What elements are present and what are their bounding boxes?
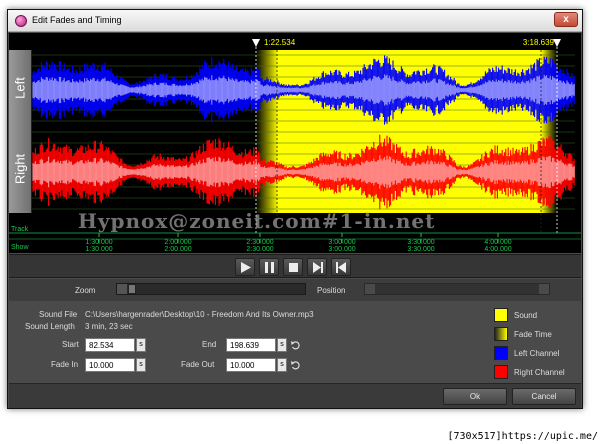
rewind-button[interactable] xyxy=(331,258,351,276)
close-button[interactable]: x xyxy=(554,12,578,27)
title-bar[interactable]: Edit Fades and Timing x xyxy=(8,10,582,32)
rewind-icon xyxy=(336,262,346,273)
sound-file-label: Sound File xyxy=(39,310,78,319)
start-marker-time: 1:22.534 xyxy=(264,38,296,47)
transport-bar xyxy=(9,254,581,278)
show-ruler-label: Show xyxy=(11,244,29,251)
start-marker-handle xyxy=(252,39,260,47)
pause-button[interactable] xyxy=(259,258,279,276)
position-label: Position xyxy=(317,286,346,295)
show-tick-label: 3:30.000 xyxy=(407,246,434,253)
fade-out-label: Fade Out xyxy=(181,360,215,369)
stop-button[interactable] xyxy=(283,258,303,276)
play-from-button[interactable] xyxy=(307,258,327,276)
legend-right-swatch xyxy=(494,365,508,379)
legend-sound-swatch xyxy=(494,308,508,322)
play-icon xyxy=(241,262,251,273)
left-channel-label: Left xyxy=(12,76,28,99)
app-logo-icon xyxy=(15,15,27,27)
show-tick-label: 4:00.000 xyxy=(484,246,511,253)
fade-in-input[interactable] xyxy=(85,358,135,372)
right-channel-label: Right xyxy=(12,153,28,185)
dialog-footer: Ok Cancel xyxy=(9,383,581,408)
end-marker-handle xyxy=(553,39,561,47)
position-slider[interactable] xyxy=(364,283,550,295)
fade-out-input[interactable] xyxy=(226,358,276,372)
end-input[interactable] xyxy=(226,338,276,352)
ok-button[interactable]: Ok xyxy=(443,388,507,405)
show-tick-label: 2:30.000 xyxy=(246,246,273,253)
legend-left-swatch xyxy=(494,346,508,360)
show-tick-label: 3:00.000 xyxy=(328,246,355,253)
end-label: End xyxy=(202,340,217,349)
image-credit: [730x517]https://upic.me/ xyxy=(447,431,598,442)
start-label: Start xyxy=(62,340,79,349)
zoom-position-bar: Zoom Position xyxy=(9,279,581,301)
play-from-icon xyxy=(313,262,323,273)
sound-length-value: 3 min, 23 sec xyxy=(85,322,133,331)
show-tick-label: 1:30.000 xyxy=(85,246,112,253)
legend-right-label: Right Channel xyxy=(514,368,565,377)
cancel-button[interactable]: Cancel xyxy=(512,388,576,405)
parameters-panel: Sound File C:\Users\hargenrader\Desktop\… xyxy=(9,302,581,382)
end-unit: s xyxy=(277,338,287,352)
window-title: Edit Fades and Timing xyxy=(32,15,122,25)
fade-in-label: Fade In xyxy=(51,360,79,369)
zoom-slider-thumb[interactable] xyxy=(128,284,136,294)
legend-left-label: Left Channel xyxy=(514,349,560,358)
position-right-arrow-icon[interactable] xyxy=(539,284,549,294)
right-channel-tab: Right xyxy=(9,125,32,213)
stop-icon xyxy=(289,263,298,272)
fade-in-unit: s xyxy=(136,358,146,372)
sound-file-value: C:\Users\hargenrader\Desktop\10 - Freedo… xyxy=(85,310,314,319)
edit-fades-dialog: Edit Fades and Timing x 1:22.534 3:18.639… xyxy=(7,9,583,409)
legend-sound-label: Sound xyxy=(514,311,538,320)
fade-out-reset-icon[interactable] xyxy=(290,360,300,370)
show-tick-label: 2:00.000 xyxy=(164,246,191,253)
watermark-text: Hypnox@zoneit.com#1-in.net xyxy=(78,209,436,233)
track-ruler-label: Track xyxy=(11,226,29,233)
end-marker-time: 3:18.639 xyxy=(523,38,555,47)
zoom-label: Zoom xyxy=(75,286,96,295)
start-input[interactable] xyxy=(85,338,135,352)
start-unit: s xyxy=(136,338,146,352)
end-reset-icon[interactable] xyxy=(290,340,300,350)
play-button[interactable] xyxy=(235,258,255,276)
position-left-arrow-icon[interactable] xyxy=(365,284,375,294)
legend-fade-label: Fade Time xyxy=(514,330,552,339)
pause-icon xyxy=(265,262,274,273)
zoom-left-arrow-icon[interactable] xyxy=(117,284,127,294)
left-channel-tab: Left xyxy=(9,50,32,125)
sound-length-label: Sound Length xyxy=(25,322,75,331)
fade-out-unit: s xyxy=(277,358,287,372)
zoom-slider[interactable] xyxy=(116,283,306,295)
legend-fade-swatch xyxy=(494,327,508,341)
